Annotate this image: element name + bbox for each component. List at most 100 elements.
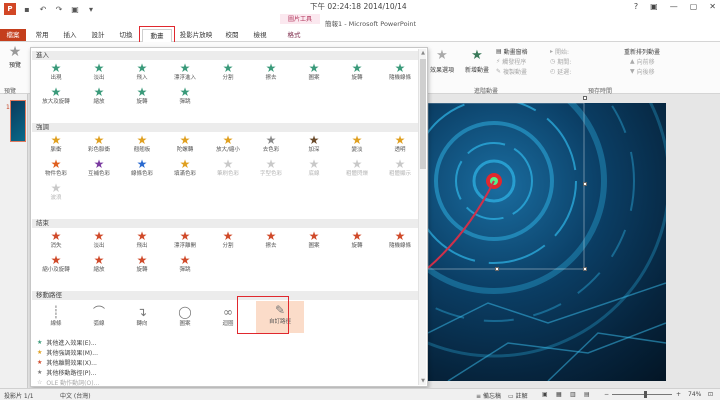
entrance-effect[interactable]: ★ 分割 <box>207 62 249 84</box>
entrance-effect[interactable]: ★ 旋轉 <box>336 62 378 84</box>
animation-painter-button[interactable]: ✎ 複製動畫 <box>496 67 527 76</box>
emphasis-effect[interactable]: ★ 陀螺轉 <box>164 134 206 156</box>
trigger-button[interactable]: ⚡ 觸發程序 <box>496 57 526 66</box>
save-icon[interactable]: ▪ <box>22 4 32 14</box>
entrance-effect[interactable]: ★ 隨機線條 <box>379 62 421 84</box>
exit-effect[interactable]: ★ 縮小及旋轉 <box>35 254 77 276</box>
more-effects-item[interactable]: ★ 其他離開效果(X)... <box>37 358 97 367</box>
effect-options-button[interactable]: ★ 效果選項 <box>428 48 456 74</box>
zoom-slider[interactable] <box>612 394 672 395</box>
scroll-up-arrow-icon[interactable]: ▲ <box>419 49 427 57</box>
emphasis-effect[interactable]: ★ 彩色脈衝 <box>78 134 120 156</box>
entrance-effect[interactable]: ★ 出現 <box>35 62 77 84</box>
entrance-effect[interactable]: ★ 飛入 <box>121 62 163 84</box>
preview-button[interactable]: ★ 預覽 <box>4 44 26 69</box>
motion-path-turn-path[interactable]: ↴ 轉向 <box>121 303 163 331</box>
tab-format[interactable]: 格式 <box>280 29 308 41</box>
entrance-effect[interactable]: ★ 縮放 <box>78 86 120 108</box>
move-earlier-button[interactable]: ▲ 向前移 <box>630 57 655 66</box>
move-later-button[interactable]: ▼ 向後移 <box>630 67 655 76</box>
scroll-thumb[interactable] <box>420 59 426 169</box>
delay-field[interactable]: ◴ 延遲: <box>550 67 571 76</box>
entrance-effect[interactable]: ★ 漂浮進入 <box>164 62 206 84</box>
normal-view-icon[interactable]: ▣ <box>542 391 548 398</box>
resize-handle[interactable] <box>583 267 587 271</box>
customize-icon[interactable]: ▾ <box>86 4 96 14</box>
tab-design[interactable]: 設計 <box>86 29 110 41</box>
powerpoint-logo-icon[interactable]: P <box>4 3 16 15</box>
start-field[interactable]: ▸ 開始: <box>550 47 569 56</box>
minimize-icon[interactable]: — <box>670 2 678 11</box>
redo-icon[interactable]: ↷ <box>54 4 64 14</box>
tab-transitions[interactable]: 切換 <box>114 29 138 41</box>
exit-effect[interactable]: ★ 漂浮離開 <box>164 230 206 252</box>
emphasis-effect[interactable]: ★ 變淡 <box>336 134 378 156</box>
zoom-in-icon[interactable]: + <box>676 391 681 398</box>
reading-view-icon[interactable]: ▥ <box>570 391 576 398</box>
exit-effect[interactable]: ★ 分割 <box>207 230 249 252</box>
more-effects-item[interactable]: ★ 其他進入效果(E)... <box>37 338 97 347</box>
entrance-effect[interactable]: ★ 圖案 <box>293 62 335 84</box>
entrance-effect[interactable]: ★ 淡出 <box>78 62 120 84</box>
tab-home[interactable]: 常用 <box>30 29 54 41</box>
duration-field[interactable]: ◷ 期間: <box>550 57 571 66</box>
motion-path-arc-path[interactable]: ⌒ 弧線 <box>78 303 120 331</box>
entrance-effect[interactable]: ★ 擦去 <box>250 62 292 84</box>
exit-effect[interactable]: ★ 圖案 <box>293 230 335 252</box>
tab-review[interactable]: 校閱 <box>220 29 244 41</box>
exit-effect[interactable]: ★ 消失 <box>35 230 77 252</box>
exit-effect[interactable]: ★ 旋轉 <box>336 230 378 252</box>
emphasis-effect[interactable]: ★ 加深 <box>293 134 335 156</box>
emphasis-effect[interactable]: ★ 線條色彩 <box>121 158 163 180</box>
exit-effect[interactable]: ★ 旋轉 <box>121 254 163 276</box>
emphasis-effect[interactable]: ★ 翹翹板 <box>121 134 163 156</box>
tech-circle-picture[interactable] <box>428 103 666 381</box>
entrance-effect[interactable]: ★ 旋轉 <box>121 86 163 108</box>
scroll-down-arrow-icon[interactable]: ▼ <box>419 377 427 385</box>
tab-view[interactable]: 檢視 <box>248 29 272 41</box>
more-effects-item[interactable]: ★ 其他強調效果(M)... <box>37 348 98 357</box>
zoom-out-icon[interactable]: − <box>604 391 609 398</box>
exit-effect[interactable]: ★ 彈跳 <box>164 254 206 276</box>
emphasis-effect[interactable]: ★ 放大/縮小 <box>207 134 249 156</box>
more-effects-item[interactable]: ★ 其他移動路徑(P)... <box>37 368 96 377</box>
zoom-level[interactable]: 74% <box>688 391 701 398</box>
animation-pane-button[interactable]: ▤ 動畫窗格 <box>496 47 528 56</box>
exit-effect[interactable]: ★ 淡出 <box>78 230 120 252</box>
tab-insert[interactable]: 插入 <box>58 29 82 41</box>
motion-path-line-path[interactable]: ┊ 線條 <box>35 303 77 331</box>
resize-handle[interactable] <box>583 96 587 100</box>
motion-path-shape-path[interactable]: ◯ 圖案 <box>164 303 206 331</box>
emphasis-effect[interactable]: ★ 物件色彩 <box>35 158 77 180</box>
emphasis-effect[interactable]: ★ 脈衝 <box>35 134 77 156</box>
maximize-icon[interactable]: ▢ <box>690 2 698 11</box>
fit-slide-icon[interactable]: ⊡ <box>708 391 713 398</box>
zoom-slider-thumb[interactable] <box>644 391 647 398</box>
comments-button[interactable]: ▭ 註解 <box>508 391 528 400</box>
notes-button[interactable]: ≡ 備忘稿 <box>476 391 501 400</box>
gallery-scrollbar[interactable]: ▲ ▼ <box>418 49 426 385</box>
slideshow-view-icon[interactable]: ▤ <box>584 391 590 398</box>
emphasis-effect[interactable]: ★ 去色彩 <box>250 134 292 156</box>
exit-effect[interactable]: ★ 擦去 <box>250 230 292 252</box>
language-indicator[interactable]: 中文 (台灣) <box>60 391 91 400</box>
start-from-beginning-icon[interactable]: ▣ <box>70 4 80 14</box>
emphasis-effect[interactable]: ★ 互補色彩 <box>78 158 120 180</box>
ribbon-display-icon[interactable]: ▣ <box>650 2 658 11</box>
tab-slide-show[interactable]: 投影片放映 <box>176 29 216 41</box>
exit-effect[interactable]: ★ 縮放 <box>78 254 120 276</box>
slide-canvas[interactable] <box>428 103 666 381</box>
close-icon[interactable]: ✕ <box>709 2 716 11</box>
slide-thumbnail[interactable] <box>10 100 26 142</box>
tab-file[interactable]: 檔案 <box>0 29 26 41</box>
slide-sorter-icon[interactable]: ▦ <box>556 391 562 398</box>
help-icon[interactable]: ? <box>634 2 638 11</box>
add-animation-button[interactable]: ★ 新增動畫 <box>462 48 492 74</box>
resize-handle[interactable] <box>583 182 587 186</box>
entrance-effect[interactable]: ★ 放大及旋轉 <box>35 86 77 108</box>
emphasis-effect[interactable]: ★ 透明 <box>379 134 421 156</box>
entrance-effect[interactable]: ★ 彈跳 <box>164 86 206 108</box>
resize-handle[interactable] <box>495 267 499 271</box>
emphasis-effect[interactable]: ★ 填滿色彩 <box>164 158 206 180</box>
exit-effect[interactable]: ★ 隨機線條 <box>379 230 421 252</box>
